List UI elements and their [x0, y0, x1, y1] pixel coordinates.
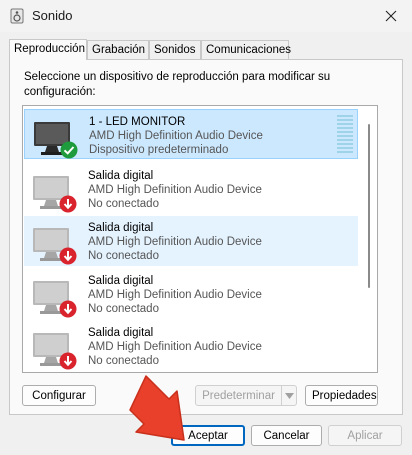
- device-status: No conectado: [88, 250, 159, 262]
- close-icon[interactable]: [380, 5, 402, 27]
- speaker-app-icon: [10, 8, 24, 24]
- properties-button[interactable]: Propiedades: [305, 385, 378, 406]
- device-description: AMD High Definition Audio Device: [88, 236, 262, 248]
- scroll-thumb[interactable]: [368, 124, 370, 288]
- device-description: AMD High Definition Audio Device: [88, 341, 262, 353]
- volume-level-meter: [337, 115, 353, 153]
- set-default-dropdown: [281, 385, 297, 406]
- chevron-down-icon: [285, 393, 294, 399]
- tab-sonidos[interactable]: Sonidos: [149, 40, 201, 60]
- device-name: Salida digital: [88, 275, 154, 287]
- device-item-salida-digital-3[interactable]: Salida digital AMD High Definition Audio…: [24, 269, 358, 319]
- device-item-salida-digital-4[interactable]: Salida digital AMD High Definition Audio…: [24, 321, 358, 371]
- tab-grabacion[interactable]: Grabación: [87, 40, 149, 60]
- red-down-arrow-icon: [59, 195, 77, 213]
- device-status: Dispositivo predeterminado: [89, 144, 229, 156]
- device-item-salida-digital-1[interactable]: Salida digital AMD High Definition Audio…: [24, 164, 358, 214]
- device-name: 1 - LED MONITOR: [89, 116, 186, 128]
- configure-button[interactable]: Configurar: [22, 385, 96, 406]
- device-list[interactable]: 1 - LED MONITOR AMD High Definition Audi…: [22, 105, 378, 373]
- device-name: Salida digital: [88, 327, 154, 339]
- device-name: Salida digital: [88, 170, 154, 182]
- red-down-arrow-icon: [59, 247, 77, 265]
- device-description: AMD High Definition Audio Device: [89, 130, 263, 142]
- cancel-button[interactable]: Cancelar: [251, 425, 322, 446]
- tab-reproduccion[interactable]: Reproducción: [9, 39, 87, 60]
- tab-comunicaciones[interactable]: Comunicaciones: [201, 40, 291, 60]
- device-status: No conectado: [88, 303, 159, 315]
- red-down-arrow-icon: [59, 352, 77, 370]
- red-down-arrow-icon: [59, 300, 77, 318]
- apply-button: Aplicar: [328, 425, 402, 446]
- instruction-text: Seleccione un dispositivo de reproducció…: [24, 71, 331, 98]
- set-default-button: Predeterminar: [195, 385, 282, 406]
- accept-button[interactable]: Aceptar: [171, 425, 245, 446]
- device-item-led-monitor[interactable]: 1 - LED MONITOR AMD High Definition Audi…: [24, 109, 358, 159]
- title-bar: Sonido: [0, 0, 412, 32]
- device-status: No conectado: [88, 198, 159, 210]
- device-name: Salida digital: [88, 222, 154, 234]
- device-status: No conectado: [88, 355, 159, 367]
- device-item-salida-digital-2[interactable]: Salida digital AMD High Definition Audio…: [24, 216, 358, 266]
- vertical-scrollbar[interactable]: [361, 106, 377, 372]
- device-description: AMD High Definition Audio Device: [88, 289, 262, 301]
- device-description: AMD High Definition Audio Device: [88, 184, 262, 196]
- window-title: Sonido: [32, 8, 73, 23]
- green-check-icon: [60, 141, 78, 159]
